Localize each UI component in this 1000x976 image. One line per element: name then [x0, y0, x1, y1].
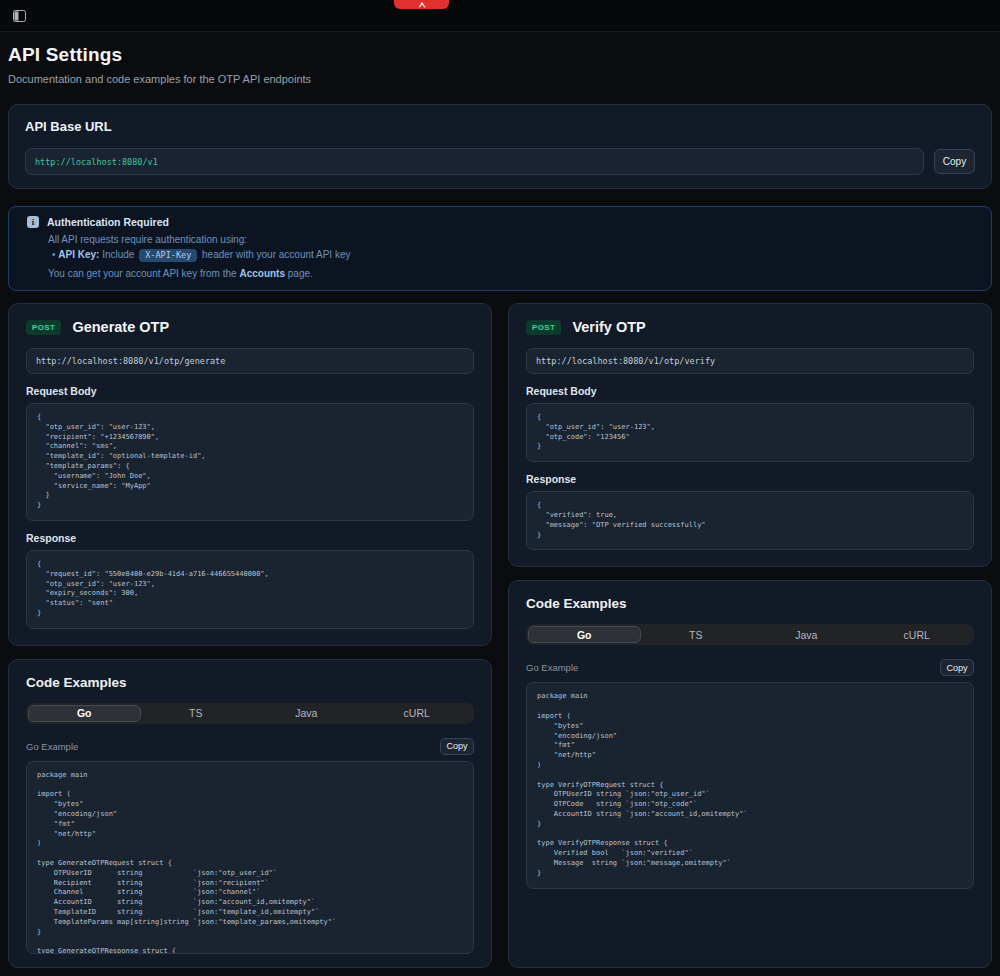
response-label: Response	[26, 532, 474, 544]
base-url-title: API Base URL	[25, 119, 975, 134]
language-tabs: Go TS Java cURL	[26, 703, 474, 724]
endpoint-url: http://localhost:8080/v1/otp/generate	[26, 348, 474, 374]
page-subtitle: Documentation and code examples for the …	[8, 73, 992, 85]
verify-otp-card: POST Verify OTP http://localhost:8080/v1…	[508, 303, 992, 567]
right-column: POST Verify OTP http://localhost:8080/v1…	[508, 303, 992, 968]
copy-code-button[interactable]: Copy	[940, 659, 974, 676]
auth-required-callout: i Authentication Required All API reques…	[8, 206, 992, 291]
endpoint-title: Generate OTP	[72, 319, 169, 335]
tab-java[interactable]: Java	[251, 705, 362, 722]
code-examples-title: Code Examples	[26, 675, 474, 690]
tab-ts[interactable]: TS	[141, 705, 252, 722]
api-settings-page: API Settings Documentation and code exam…	[0, 44, 1000, 968]
code-examples-title: Code Examples	[526, 596, 974, 611]
code-examples-card-verify: Code Examples Go TS Java cURL Go Example…	[508, 580, 992, 968]
post-badge: POST	[26, 320, 61, 335]
auth-description: All API requests require authentication …	[48, 234, 973, 245]
rocket-icon	[417, 2, 427, 8]
request-body-label: Request Body	[26, 385, 474, 397]
copy-base-url-button[interactable]: Copy	[934, 149, 975, 174]
tab-go[interactable]: Go	[28, 705, 141, 722]
tab-ts[interactable]: TS	[641, 626, 752, 643]
generate-otp-card: POST Generate OTP http://localhost:8080/…	[8, 303, 492, 646]
base-url-value[interactable]: http://localhost:8080/v1	[25, 148, 924, 175]
auth-title: Authentication Required	[47, 216, 169, 228]
code-examples-card-generate: Code Examples Go TS Java cURL Go Example…	[8, 659, 492, 968]
endpoint-title: Verify OTP	[572, 319, 645, 335]
dev-toolbar-button[interactable]	[394, 0, 449, 9]
sidebar-toggle-icon[interactable]	[13, 10, 26, 22]
tab-go[interactable]: Go	[528, 626, 641, 643]
response-code: { "verified": true, "message": "OTP veri…	[526, 491, 974, 550]
response-code: { "request_id": "550e8400-e29b-41d4-a716…	[26, 550, 474, 629]
x-api-key-chip: X-API-Key	[139, 249, 197, 262]
request-body-code: { "otp_user_id": "user-123", "recipient"…	[26, 403, 474, 521]
info-icon: i	[27, 216, 39, 228]
go-example-code: package main import ( "bytes" "encoding/…	[26, 761, 474, 954]
api-base-url-card: API Base URL http://localhost:8080/v1 Co…	[8, 104, 992, 189]
request-body-label: Request Body	[526, 385, 974, 397]
api-key-label: API Key:	[58, 249, 99, 260]
auth-footer: You can get your account API key from th…	[48, 268, 973, 279]
tab-java[interactable]: Java	[751, 626, 862, 643]
page-title: API Settings	[8, 44, 992, 66]
request-body-code: { "otp_user_id": "user-123", "otp_code":…	[526, 403, 974, 462]
top-bar	[0, 0, 1000, 32]
accounts-link[interactable]: Accounts	[239, 268, 285, 279]
language-tabs: Go TS Java cURL	[526, 624, 974, 645]
example-label: Go Example	[526, 662, 578, 673]
endpoint-url: http://localhost:8080/v1/otp/verify	[526, 348, 974, 374]
left-column: POST Generate OTP http://localhost:8080/…	[8, 303, 492, 968]
response-label: Response	[526, 473, 974, 485]
copy-code-button[interactable]: Copy	[440, 738, 474, 755]
tab-curl[interactable]: cURL	[862, 626, 973, 643]
tab-curl[interactable]: cURL	[362, 705, 473, 722]
example-label: Go Example	[26, 741, 78, 752]
go-example-code: package main import ( "bytes" "encoding/…	[526, 682, 974, 888]
auth-api-key-bullet: • API Key: Include X-API-Key header with…	[52, 249, 973, 260]
post-badge: POST	[526, 320, 561, 335]
